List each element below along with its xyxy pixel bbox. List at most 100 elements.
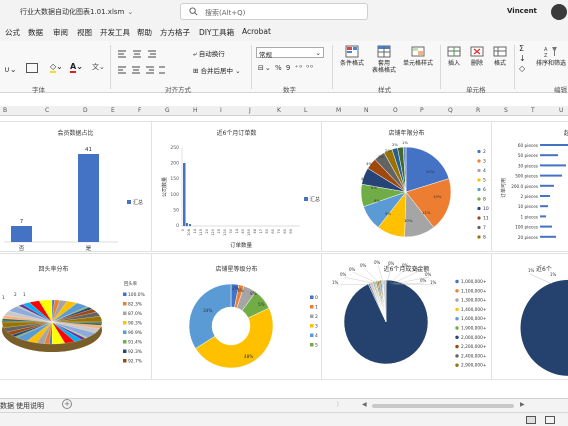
menu-review[interactable]: 审阅 bbox=[53, 27, 68, 38]
menu-view[interactable]: 视图 bbox=[77, 27, 92, 38]
data-label: 2% bbox=[385, 148, 391, 153]
autosum-button[interactable]: Σ ↓ ◇ bbox=[519, 44, 526, 74]
column-header[interactable]: P bbox=[420, 107, 424, 114]
chart-member-ratio[interactable]: 会员数据占比 7 41 否 是 汇总 bbox=[0, 121, 152, 252]
horizontal-scrollbar[interactable] bbox=[372, 404, 514, 408]
cell-styles-button[interactable]: 单元格样式 bbox=[402, 45, 434, 67]
worksheet[interactable]: 会员数据占比 7 41 否 是 汇总 近6个月订单数 0 50 100 150 200 2… bbox=[0, 116, 568, 398]
font-color-button[interactable]: A⌄ bbox=[70, 62, 83, 73]
column-header[interactable]: S bbox=[504, 107, 508, 114]
phonetic-button[interactable]: 文⌄ bbox=[92, 62, 105, 72]
legend-label: 1,000,000+ bbox=[461, 279, 487, 285]
sheet-tab-data[interactable]: 数据 bbox=[0, 401, 14, 411]
chart-store-level[interactable]: 店铺星等级分布 48% 34% 8% 5% 3% 2% 012345 bbox=[151, 253, 322, 380]
legend-swatch bbox=[477, 197, 481, 201]
page-layout-icon[interactable] bbox=[545, 416, 555, 424]
y-tick-label: 30 pieces bbox=[518, 163, 538, 168]
user-name[interactable]: Vincent bbox=[507, 7, 537, 15]
column-header[interactable]: O bbox=[393, 107, 398, 114]
delete-cells-button[interactable]: 删除 bbox=[467, 45, 487, 67]
x-tick-label: 115 bbox=[199, 229, 203, 236]
column-header[interactable]: B bbox=[3, 107, 7, 114]
file-name[interactable]: 行业大数据自动化图表1.01.xlsm ⌄ bbox=[20, 7, 133, 17]
chart-orders-6m[interactable]: 近6个月订单数 0 50 100 150 200 250 0 108 14 115 20 120 25… bbox=[151, 121, 322, 252]
number-format-buttons[interactable]: ⊟⌄ % 9 ⁺⁰ ⁰⁰ bbox=[258, 64, 314, 72]
data-label: 0% bbox=[420, 278, 427, 283]
legend-label: 汇总 bbox=[133, 199, 143, 206]
data-label: 1 bbox=[23, 292, 26, 297]
menu-developer[interactable]: 开发工具 bbox=[100, 27, 130, 38]
top-align-buttons[interactable] bbox=[116, 49, 166, 59]
menu-acrobat[interactable]: Acrobat bbox=[242, 27, 271, 36]
menu-fangfang[interactable]: 方方格子 bbox=[160, 27, 190, 38]
fill-color-button[interactable]: ◇⌄ bbox=[50, 62, 63, 73]
legend-label: 7 bbox=[483, 225, 486, 231]
menu-diy[interactable]: DIY工具箱 bbox=[199, 27, 234, 38]
legend-swatch bbox=[477, 168, 481, 173]
tab-split-dots[interactable]: ⋮ bbox=[335, 401, 341, 408]
column-header[interactable]: T bbox=[531, 107, 535, 114]
x-tick-label: 89 bbox=[289, 228, 293, 233]
column-header[interactable]: D bbox=[83, 107, 88, 114]
chevron-down-icon: ⌄ bbox=[127, 8, 134, 16]
format-cells-button[interactable]: 格式 bbox=[490, 45, 510, 67]
sort-filter-icon: AZ bbox=[544, 47, 557, 59]
bar bbox=[540, 205, 548, 208]
column-header[interactable]: N bbox=[364, 107, 369, 114]
x-tick-label: 50 bbox=[265, 228, 269, 233]
column-header[interactable]: J bbox=[249, 107, 251, 114]
menu-formulas[interactable]: 公式 bbox=[5, 27, 20, 38]
format-as-table-button[interactable]: 套用 表格格式 bbox=[371, 45, 397, 74]
wrap-text-button[interactable]: ⤶ 自动换行 bbox=[193, 48, 225, 59]
data-label: 11% bbox=[422, 210, 431, 215]
align-buttons[interactable] bbox=[116, 65, 166, 75]
menu-help[interactable]: 帮助 bbox=[137, 27, 152, 38]
conditional-format-button[interactable]: 条件格式 bbox=[340, 45, 364, 67]
column-header[interactable]: R bbox=[476, 107, 480, 114]
chart-store-age[interactable]: 店铺年限分布 20% 19% 11% 10% 9% 8% 6% 4% 4% 3% 2% 2% 1% 23… bbox=[321, 121, 492, 252]
column-header[interactable]: I bbox=[220, 107, 222, 114]
column-header[interactable]: C bbox=[45, 107, 49, 114]
data-label: 6% bbox=[371, 185, 377, 190]
pie-slice bbox=[188, 283, 232, 349]
bar bbox=[540, 235, 556, 238]
data-label: 0% bbox=[360, 263, 367, 268]
legend-label: 2,000,000+ bbox=[461, 335, 487, 341]
column-header[interactable]: U bbox=[559, 107, 563, 114]
column-header[interactable]: L bbox=[304, 107, 307, 114]
legend-label: 2,200,000+ bbox=[461, 344, 487, 350]
column-header[interactable]: K bbox=[277, 107, 281, 114]
column-header[interactable]: F bbox=[138, 107, 141, 114]
normal-view-icon[interactable] bbox=[526, 416, 536, 424]
chart-repurchase[interactable]: 回头率分布 211 回头率 100.0% 82.3% 87.0% 90.3% 90.9% 9… bbox=[0, 253, 152, 380]
scroll-left-icon[interactable]: ◀ bbox=[362, 401, 367, 408]
search-box[interactable]: 搜索(Alt+Q) bbox=[180, 3, 368, 20]
column-header[interactable]: G bbox=[165, 107, 170, 114]
chart-partial[interactable]: 近6个 1% 1% bbox=[491, 253, 568, 380]
legend-label: 5 bbox=[483, 178, 486, 184]
bar bbox=[540, 195, 550, 197]
column-header[interactable]: E bbox=[111, 107, 115, 114]
sort-filter-button[interactable]: AZ 排序和筛选 bbox=[536, 45, 566, 67]
chart-txn-6m[interactable]: 近6个月成交金额 1% 0% 0% 0% 0% 0% 0% 0% 0% 1% 0% 1,000,00… bbox=[321, 253, 492, 380]
menu-data[interactable]: 数据 bbox=[28, 27, 43, 38]
sheet-tab-instructions[interactable]: 使用说明 bbox=[16, 401, 44, 411]
data-label: 3% bbox=[378, 154, 384, 159]
bar-no bbox=[11, 226, 32, 242]
legend-label: 82.3% bbox=[128, 302, 142, 308]
column-header[interactable]: H bbox=[193, 107, 198, 114]
number-format-select[interactable]: 常规 ⌄ bbox=[256, 47, 324, 59]
legend-label: 2 bbox=[483, 149, 486, 155]
y-axis-label: 订单可用 bbox=[500, 178, 507, 198]
avatar[interactable] bbox=[551, 4, 567, 20]
insert-cells-button[interactable]: 插入 bbox=[444, 45, 464, 67]
border-button[interactable] bbox=[26, 63, 38, 73]
underline-button[interactable]: ∪⌄ bbox=[4, 65, 17, 74]
merge-center-button[interactable]: ⊞ 合并后居中 ⌄ bbox=[193, 65, 241, 75]
chart-sales-dist[interactable]: 起 订单可用 60 pieces50 pieces30 pieces500 pi… bbox=[491, 121, 568, 252]
column-header[interactable]: M bbox=[336, 107, 341, 114]
scroll-right-icon[interactable]: ▶ bbox=[520, 401, 525, 408]
add-sheet-icon[interactable]: + bbox=[62, 399, 72, 409]
column-header[interactable]: Q bbox=[448, 107, 453, 114]
formula-bar-area[interactable] bbox=[0, 93, 568, 106]
